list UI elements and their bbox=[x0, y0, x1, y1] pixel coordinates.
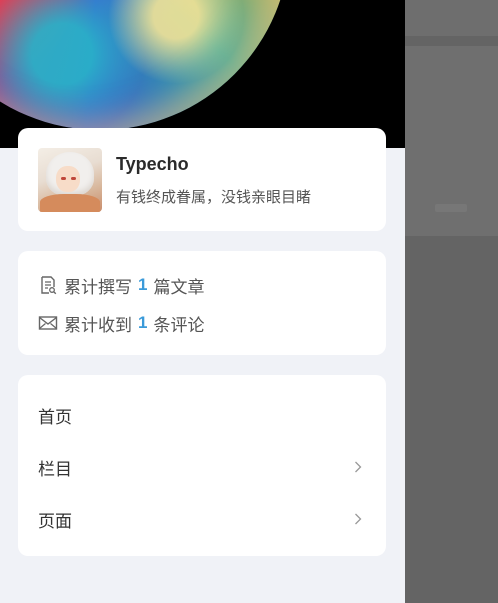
dimmed-page-overlay[interactable] bbox=[405, 0, 498, 603]
background-header bbox=[405, 0, 498, 36]
post-count-prefix: 累计撰写 bbox=[64, 277, 132, 297]
comment-count-stat: 累计收到 1 条评论 bbox=[38, 311, 204, 335]
planet-image bbox=[0, 0, 290, 130]
side-drawer: Typecho 有钱终成眷属，没钱亲眼目睹 累计撰写 1 篇文章 累计收到 1 bbox=[0, 0, 405, 603]
profile-card: Typecho 有钱终成眷属，没钱亲眼目睹 bbox=[18, 128, 386, 231]
menu-item-pages[interactable]: 页面 bbox=[18, 501, 386, 537]
mail-icon bbox=[38, 316, 58, 330]
menu-item-home[interactable]: 首页 bbox=[18, 397, 386, 433]
menu-item-categories[interactable]: 栏目 bbox=[18, 449, 386, 485]
document-icon bbox=[41, 276, 57, 295]
post-count-stat: 累计撰写 1 篇文章 bbox=[38, 273, 204, 297]
menu-item-label: 页面 bbox=[38, 511, 72, 531]
stats-card: 累计撰写 1 篇文章 累计收到 1 条评论 bbox=[18, 251, 386, 355]
comment-count-suffix: 条评论 bbox=[153, 315, 205, 335]
header-cover-image bbox=[0, 0, 405, 148]
post-count-suffix: 篇文章 bbox=[153, 277, 205, 297]
chevron-right-icon bbox=[355, 513, 362, 525]
menu-item-label: 栏目 bbox=[38, 459, 72, 479]
chevron-right-icon bbox=[355, 461, 362, 473]
blog-motto: 有钱终成眷属，没钱亲眼目睹 bbox=[116, 189, 312, 206]
comment-count-prefix: 累计收到 bbox=[64, 315, 132, 335]
blog-name: Typecho bbox=[116, 154, 189, 174]
background-text bbox=[435, 204, 467, 212]
navigation-menu: 首页 栏目 页面 bbox=[18, 375, 386, 556]
post-count-value: 1 bbox=[138, 275, 148, 294]
menu-item-label: 首页 bbox=[38, 407, 72, 427]
comment-count-value: 1 bbox=[138, 313, 148, 332]
avatar[interactable] bbox=[38, 148, 102, 212]
